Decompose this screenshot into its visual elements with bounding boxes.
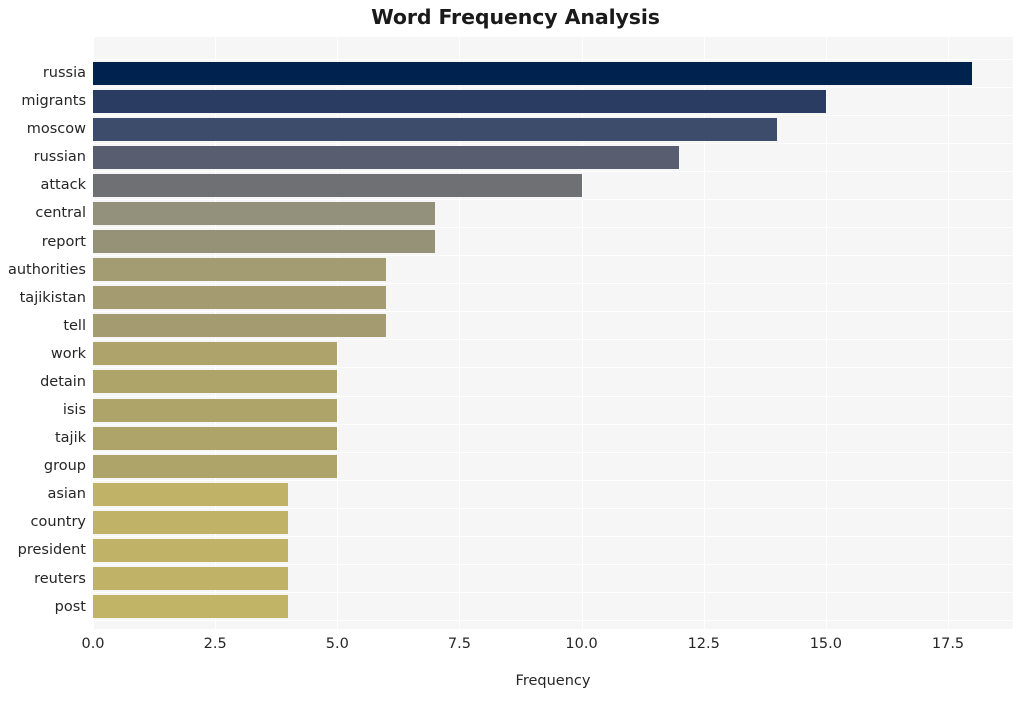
gridline-vertical	[948, 37, 950, 629]
bar	[93, 230, 435, 253]
bar	[93, 510, 289, 534]
gridline-horizontal	[93, 311, 1013, 313]
gridline-horizontal	[93, 198, 1013, 200]
bar	[93, 117, 777, 141]
gridline-horizontal	[93, 227, 1013, 228]
y-axis-tick-label: tajik	[54, 430, 86, 447]
gridline-horizontal	[93, 620, 1013, 622]
x-axis-tick-label: 0.0	[81, 636, 105, 652]
y-axis-tick-label: asian	[47, 486, 86, 503]
y-axis-tick-label: post	[54, 598, 86, 615]
gridline-horizontal	[93, 339, 1013, 341]
gridline-horizontal	[93, 367, 1013, 369]
x-axis-tick-label: 12.5	[687, 636, 720, 652]
bar	[93, 398, 338, 422]
x-axis-tick-label: 10.0	[565, 636, 598, 652]
y-axis-tick-label: central	[35, 205, 86, 222]
plot-area	[93, 37, 1013, 629]
bar	[93, 145, 680, 169]
gridline-horizontal	[93, 479, 1013, 481]
bar	[93, 595, 289, 619]
gridline-horizontal	[93, 86, 1013, 88]
bar	[93, 482, 289, 506]
bar	[93, 567, 289, 590]
y-axis-tick-label: report	[41, 233, 86, 250]
gridline-horizontal	[93, 255, 1013, 257]
x-axis-tick-labels: 0.0 2.5 5.0 7.5 10.0 12.5 15.0 17.5	[81, 636, 1013, 660]
bar	[93, 61, 973, 85]
gridline-horizontal	[93, 507, 1013, 509]
gridline-horizontal	[93, 170, 1013, 172]
y-axis-tick-labels: russia migrants moscow russian attack central…	[0, 37, 86, 629]
y-axis-tick-label: tajikistan	[19, 289, 86, 306]
x-axis-tick-label: 5.0	[325, 636, 349, 652]
gridline-horizontal	[93, 58, 1013, 60]
y-axis-tick-label: group	[43, 458, 86, 475]
y-axis-tick-label: attack	[40, 177, 86, 194]
bar	[93, 201, 435, 225]
bar	[93, 258, 387, 282]
y-axis-tick-label: president	[17, 542, 86, 559]
chart-figure: Word Frequency Analysis russia migrants mo…	[0, 0, 1031, 701]
gridline-horizontal	[93, 423, 1013, 425]
bar	[93, 89, 826, 113]
bar	[93, 426, 338, 450]
bar	[93, 314, 387, 338]
gridline-horizontal	[93, 142, 1013, 144]
gridline-horizontal	[93, 395, 1013, 397]
bar	[93, 286, 387, 310]
gridline-horizontal	[93, 114, 1013, 116]
chart-title: Word Frequency Analysis	[371, 5, 660, 29]
x-axis-tick-label: 2.5	[203, 636, 227, 652]
y-axis-tick-label: moscow	[26, 121, 86, 138]
y-axis-tick-label: migrants	[21, 93, 86, 110]
y-axis-tick-label: tell	[63, 317, 86, 334]
gridline-horizontal	[93, 283, 1013, 285]
bar	[93, 538, 289, 562]
y-axis-tick-label: authorities	[7, 261, 86, 278]
bar	[93, 454, 338, 478]
bar	[93, 173, 582, 197]
y-axis-tick-label: isis	[62, 402, 86, 418]
y-axis-tick-label: detain	[40, 373, 86, 390]
x-axis-tick-label: 17.5	[931, 636, 965, 652]
gridline-vertical	[825, 37, 827, 629]
x-axis-label: Frequency	[515, 673, 591, 689]
y-axis-tick-label: russian	[33, 149, 86, 166]
bar	[93, 342, 338, 366]
y-axis-tick-label: country	[30, 514, 86, 531]
y-axis-tick-label: reuters	[34, 570, 86, 587]
gridline-horizontal	[93, 592, 1013, 594]
gridline-horizontal	[93, 535, 1013, 537]
bar	[93, 370, 338, 394]
gridline-horizontal	[93, 564, 1013, 565]
y-axis-tick-label: russia	[42, 65, 86, 81]
x-axis-tick-label: 15.0	[809, 636, 843, 652]
gridline-horizontal	[93, 451, 1013, 453]
y-axis-tick-label: work	[50, 345, 86, 362]
x-axis-tick-label: 7.5	[447, 636, 471, 652]
